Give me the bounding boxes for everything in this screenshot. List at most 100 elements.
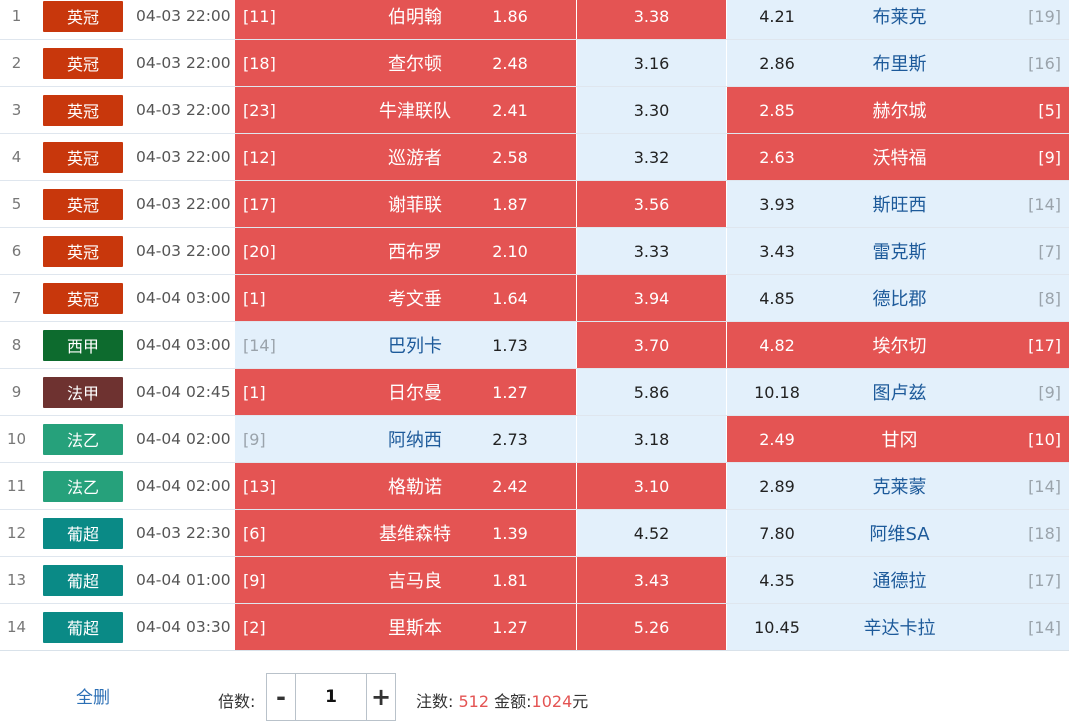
amount-value: 1024	[531, 692, 573, 711]
draw-odds: 3.70	[633, 335, 670, 355]
home-win-option[interactable]: [14] 巴列卡 1.73	[235, 322, 576, 368]
league-badge[interactable]: 英冠	[43, 188, 123, 220]
away-win-option[interactable]: 2.89 克莱蒙 [14]	[727, 463, 1069, 509]
draw-option[interactable]: 3.94	[577, 275, 726, 321]
away-win-option[interactable]: 2.49 甘冈 [10]	[727, 416, 1069, 462]
away-rank: [9]	[1038, 147, 1061, 167]
draw-odds: 3.18	[633, 429, 670, 449]
home-win-odds: 2.42	[492, 476, 528, 496]
home-win-option[interactable]: [11] 伯明翰 1.86	[235, 0, 576, 39]
home-win-option[interactable]: [9] 吉马良 1.81	[235, 557, 576, 603]
league-badge[interactable]: 法乙	[43, 423, 123, 455]
row-index: 8	[11, 336, 22, 354]
home-win-option[interactable]: [23] 牛津联队 2.41	[235, 87, 576, 133]
league-badge[interactable]: 英冠	[43, 47, 123, 79]
draw-option[interactable]: 4.52	[577, 510, 726, 556]
away-win-option[interactable]: 7.80 阿维SA [18]	[727, 510, 1069, 556]
clear-all-button[interactable]: 全删	[76, 683, 110, 708]
draw-option[interactable]: 3.18	[577, 416, 726, 462]
away-win-option[interactable]: 2.86 布里斯 [16]	[727, 40, 1069, 86]
home-rank: [11]	[243, 6, 276, 26]
multiplier-input[interactable]	[296, 674, 366, 720]
away-win-option[interactable]: 4.82 埃尔切 [17]	[727, 322, 1069, 368]
home-win-option[interactable]: [12] 巡游者 2.58	[235, 134, 576, 180]
away-win-option[interactable]: 10.18 图卢兹 [9]	[727, 369, 1069, 415]
league-badge[interactable]: 葡超	[43, 611, 123, 643]
home-win-option[interactable]: [9] 阿纳西 2.73	[235, 416, 576, 462]
match-time: 04-04 02:45	[136, 383, 231, 401]
league-badge[interactable]: 英冠	[43, 235, 123, 267]
row-index: 1	[11, 7, 22, 25]
away-win-option[interactable]: 3.93 斯旺西 [14]	[727, 181, 1069, 227]
draw-option[interactable]: 3.16	[577, 40, 726, 86]
row-index: 12	[6, 524, 27, 542]
draw-option[interactable]: 3.33	[577, 228, 726, 274]
increase-multiplier-button[interactable]: +	[366, 674, 395, 720]
league-badge[interactable]: 法乙	[43, 470, 123, 502]
draw-option[interactable]: 3.43	[577, 557, 726, 603]
away-win-option[interactable]: 4.85 德比郡 [8]	[727, 275, 1069, 321]
home-win-odds: 2.10	[492, 241, 528, 261]
home-win-option[interactable]: [20] 西布罗 2.10	[235, 228, 576, 274]
away-rank: [17]	[1028, 570, 1061, 590]
league-cell: 法乙	[33, 463, 133, 509]
draw-option[interactable]: 3.56	[577, 181, 726, 227]
league-badge[interactable]: 葡超	[43, 564, 123, 596]
match-row: 5 英冠 04-03 22:00 [17] 谢菲联 1.87 3.56 3.93 斯旺西 [14]	[0, 181, 1069, 228]
match-time: 04-04 03:00	[136, 289, 231, 307]
draw-option[interactable]: 3.32	[577, 134, 726, 180]
league-badge[interactable]: 英冠	[43, 141, 123, 173]
home-win-option[interactable]: [2] 里斯本 1.27	[235, 604, 576, 650]
away-team-name: 埃尔切	[872, 336, 927, 357]
home-win-option[interactable]: [18] 查尔顿 2.48	[235, 40, 576, 86]
draw-option[interactable]: 5.86	[577, 369, 726, 415]
draw-option[interactable]: 3.30	[577, 87, 726, 133]
away-rank: [17]	[1028, 335, 1061, 355]
home-win-option[interactable]: [6] 基维森特 1.39	[235, 510, 576, 556]
away-win-option[interactable]: 4.21 布莱克 [19]	[727, 0, 1069, 39]
away-win-option[interactable]: 2.85 赫尔城 [5]	[727, 87, 1069, 133]
match-time: 04-03 22:00	[136, 7, 231, 25]
league-cell: 葡超	[33, 604, 133, 650]
home-win-odds: 2.41	[492, 100, 528, 120]
league-cell: 英冠	[33, 181, 133, 227]
league-badge[interactable]: 法甲	[43, 376, 123, 408]
away-team-name: 赫尔城	[872, 101, 927, 122]
home-team-name: 基维森特	[379, 524, 451, 545]
match-row: 4 英冠 04-03 22:00 [12] 巡游者 2.58 3.32 2.63 沃特福 [9]	[0, 134, 1069, 181]
away-win-odds: 2.89	[759, 476, 795, 496]
home-team-name: 谢菲联	[388, 195, 442, 216]
match-time: 04-04 02:00	[136, 430, 231, 448]
draw-option[interactable]: 3.38	[577, 0, 726, 39]
away-rank: [8]	[1038, 288, 1061, 308]
away-win-odds: 4.82	[759, 335, 795, 355]
league-badge[interactable]: 西甲	[43, 329, 123, 361]
row-index: 11	[6, 477, 27, 495]
away-win-option[interactable]: 10.45 辛达卡拉 [14]	[727, 604, 1069, 650]
league-badge[interactable]: 英冠	[43, 0, 123, 32]
decrease-multiplier-button[interactable]: -	[267, 674, 296, 720]
row-index: 3	[11, 101, 22, 119]
away-win-option[interactable]: 2.63 沃特福 [9]	[727, 134, 1069, 180]
league-badge[interactable]: 英冠	[43, 282, 123, 314]
league-badge[interactable]: 英冠	[43, 94, 123, 126]
home-win-option[interactable]: [1] 考文垂 1.64	[235, 275, 576, 321]
match-time: 04-04 01:00	[136, 571, 231, 589]
home-win-option[interactable]: [1] 日尔曼 1.27	[235, 369, 576, 415]
home-win-option[interactable]: [17] 谢菲联 1.87	[235, 181, 576, 227]
league-cell: 英冠	[33, 40, 133, 86]
home-win-option[interactable]: [13] 格勒诺 2.42	[235, 463, 576, 509]
draw-option[interactable]: 3.10	[577, 463, 726, 509]
away-win-option[interactable]: 4.35 通德拉 [17]	[727, 557, 1069, 603]
league-badge[interactable]: 葡超	[43, 517, 123, 549]
draw-option[interactable]: 3.70	[577, 322, 726, 368]
away-win-option[interactable]: 3.43 雷克斯 [7]	[727, 228, 1069, 274]
home-rank: [17]	[243, 194, 276, 214]
home-rank: [13]	[243, 476, 276, 496]
row-index: 5	[11, 195, 22, 213]
away-win-odds: 2.49	[759, 429, 795, 449]
match-row: 2 英冠 04-03 22:00 [18] 查尔顿 2.48 3.16 2.86 布里斯 [16]	[0, 40, 1069, 87]
match-row: 11 法乙 04-04 02:00 [13] 格勒诺 2.42 3.10 2.89 克莱蒙 [14…	[0, 463, 1069, 510]
draw-option[interactable]: 5.26	[577, 604, 726, 650]
home-win-odds: 1.64	[492, 288, 528, 308]
